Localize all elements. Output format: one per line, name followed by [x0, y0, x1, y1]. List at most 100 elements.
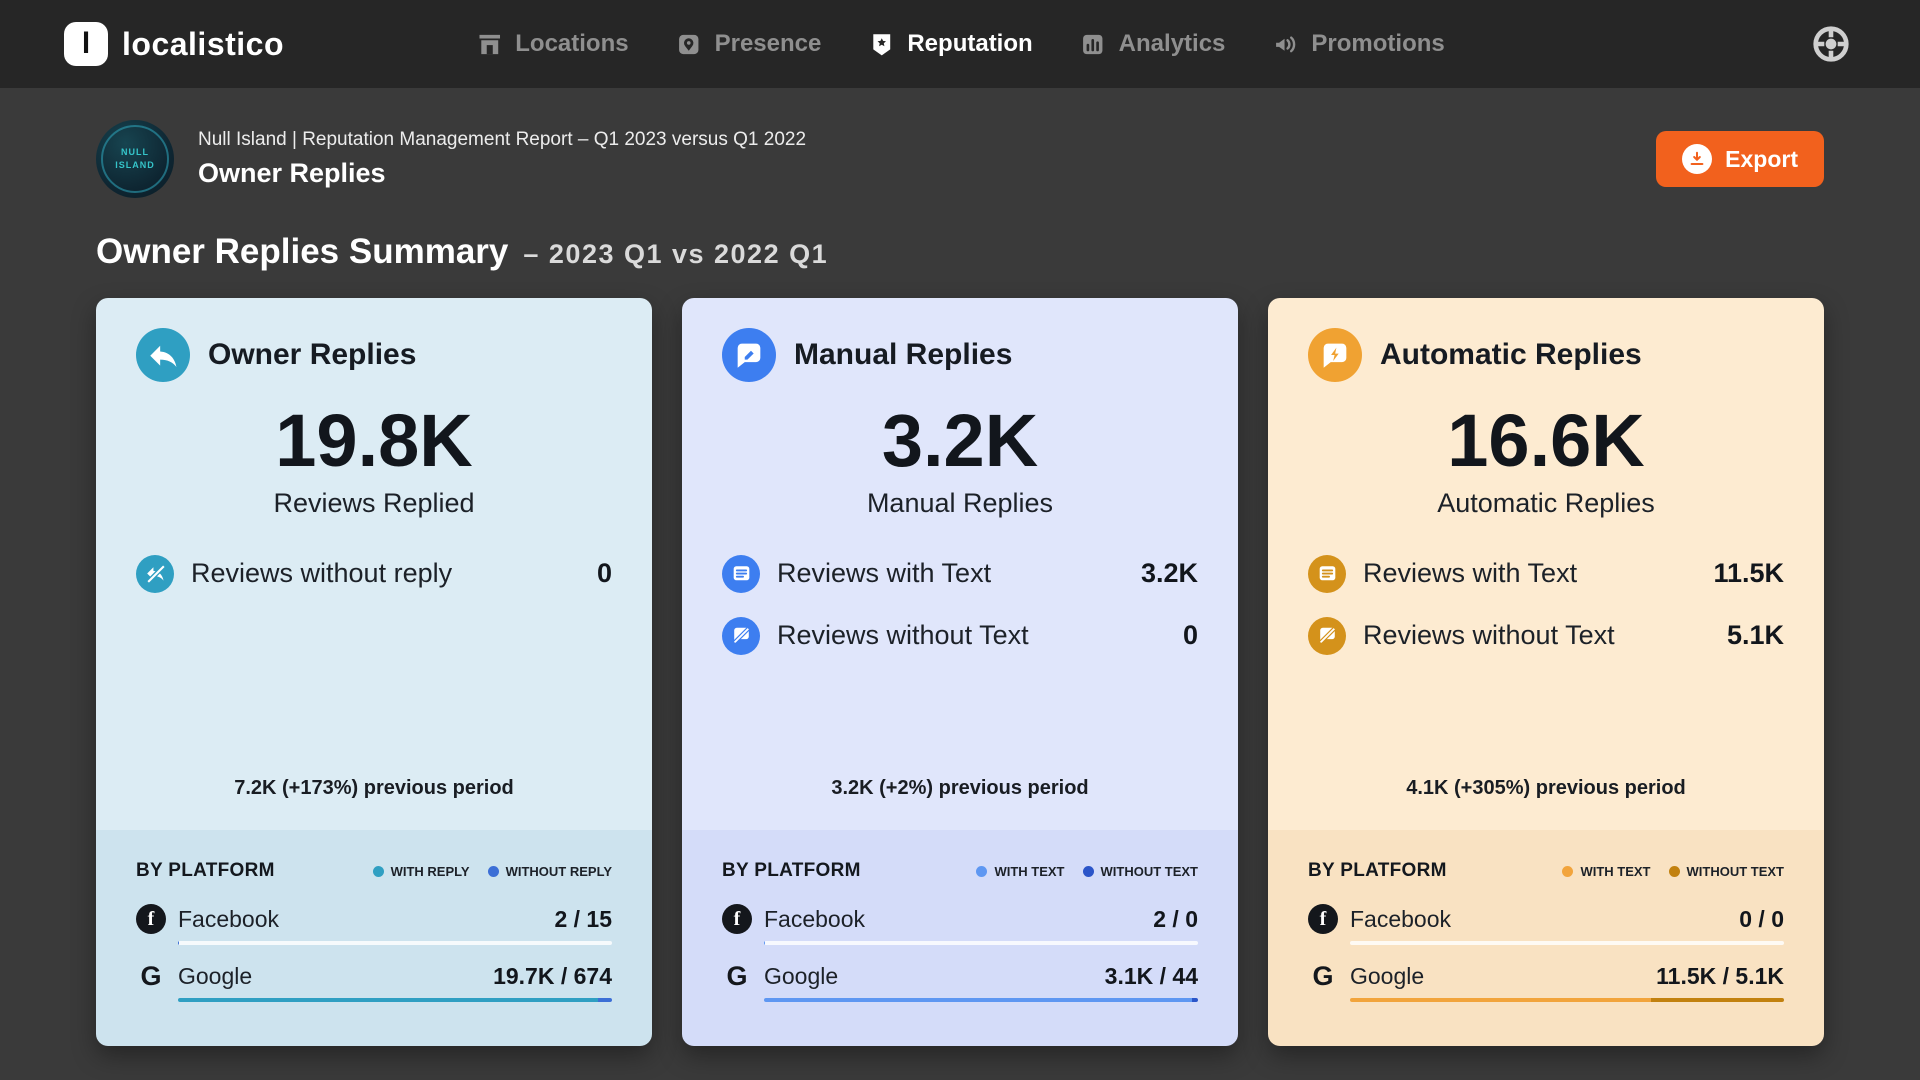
big-label: Reviews Replied: [136, 488, 612, 519]
main-nav-menu: Locations Presence Reputation Analytics …: [475, 0, 1444, 88]
google-icon: G: [722, 961, 752, 991]
summary-title: Owner Replies Summary: [96, 232, 508, 272]
previous-period: 7.2K (+173%) previous period: [136, 777, 612, 800]
platform-value: 3.1K / 44: [1105, 963, 1198, 990]
big-label: Automatic Replies: [1308, 488, 1784, 519]
nav-label: Presence: [715, 30, 822, 58]
card-body: Owner Replies 19.8K Reviews Replied Revi…: [96, 298, 652, 830]
legend-dot: [1562, 866, 1573, 877]
platform-name: Facebook: [764, 906, 1153, 933]
edit-chat-icon: [722, 328, 776, 382]
brand-name: localistico: [122, 26, 284, 63]
no-text-icon: [1308, 617, 1346, 655]
platform-value: 19.7K / 674: [493, 963, 612, 990]
metric-value: 3.2K: [1141, 558, 1198, 589]
null-island-avatar: NULL ISLAND: [96, 120, 174, 198]
metric-value: 11.5K: [1713, 558, 1784, 589]
legend: WITH TEXT WITHOUT TEXT: [976, 864, 1198, 879]
platform-bar: [178, 941, 612, 945]
facebook-icon: f: [136, 904, 166, 934]
by-platform-section: BY PLATFORM WITH TEXT WITHOUT TEXT f Fac…: [682, 830, 1238, 1046]
metric-value: 0: [1183, 620, 1198, 651]
metric-row: Reviews without Text 5.1K: [1308, 617, 1784, 655]
legend-label: WITHOUT TEXT: [1687, 864, 1785, 879]
nav-item-promotions[interactable]: Promotions: [1271, 30, 1444, 59]
platform-bar: [1350, 941, 1784, 945]
by-platform-heading: BY PLATFORM: [722, 860, 861, 882]
wheel-icon: [1808, 21, 1854, 67]
nav-item-presence[interactable]: Presence: [675, 30, 822, 59]
platform-row-facebook: f Facebook 0 / 0: [1308, 904, 1784, 945]
platform-row-google: G Google 11.5K / 5.1K: [1308, 961, 1784, 1002]
platform-row-google: G Google 3.1K / 44: [722, 961, 1198, 1002]
previous-period: 4.1K (+305%) previous period: [1308, 777, 1784, 800]
big-value: 16.6K: [1308, 402, 1784, 480]
platform-name: Google: [764, 963, 1105, 990]
nav-item-reputation[interactable]: Reputation: [867, 30, 1032, 59]
google-icon: G: [136, 961, 166, 991]
by-platform-section: BY PLATFORM WITH TEXT WITHOUT TEXT f Fac…: [1268, 830, 1824, 1046]
legend-label: WITH TEXT: [994, 864, 1064, 879]
platform-row-facebook: f Facebook 2 / 0: [722, 904, 1198, 945]
card-title: Manual Replies: [794, 338, 1012, 372]
platform-row-google: G Google 19.7K / 674: [136, 961, 612, 1002]
nav-label: Locations: [515, 30, 628, 58]
summary-subtitle: – 2023 Q1 vs 2022 Q1: [523, 239, 828, 270]
legend-dot: [1669, 866, 1680, 877]
manual-replies-card: Manual Replies 3.2K Manual Replies Revie…: [682, 298, 1238, 1046]
legend-dot: [373, 866, 384, 877]
facebook-icon: f: [722, 904, 752, 934]
megaphone-icon: [1271, 30, 1300, 59]
automatic-replies-card: Automatic Replies 16.6K Automatic Replie…: [1268, 298, 1824, 1046]
metric-label: Reviews without reply: [191, 558, 580, 589]
settings-wheel-button[interactable]: [1806, 19, 1856, 69]
google-icon: G: [1308, 961, 1338, 991]
platform-name: Google: [178, 963, 493, 990]
legend: WITH TEXT WITHOUT TEXT: [1562, 864, 1784, 879]
platform-bar: [764, 941, 1198, 945]
badge-star-icon: [867, 30, 896, 59]
platform-row-facebook: f Facebook 2 / 15: [136, 904, 612, 945]
legend-label: WITH TEXT: [1580, 864, 1650, 879]
reply-icon: [136, 328, 190, 382]
text-lines-icon: [722, 555, 760, 593]
summary-heading: Owner Replies Summary – 2023 Q1 vs 2022 …: [0, 198, 1920, 272]
platform-bar: [764, 998, 1198, 1002]
reply-slash-icon: [136, 555, 174, 593]
metric-label: Reviews with Text: [1363, 558, 1696, 589]
nav-item-locations[interactable]: Locations: [475, 30, 628, 59]
report-breadcrumb: Null Island | Reputation Management Repo…: [198, 129, 806, 151]
card-title: Automatic Replies: [1380, 338, 1642, 372]
big-value: 19.8K: [136, 402, 612, 480]
card-body: Automatic Replies 16.6K Automatic Replie…: [1268, 298, 1824, 830]
legend: WITH REPLY WITHOUT REPLY: [373, 864, 612, 879]
by-platform-heading: BY PLATFORM: [1308, 860, 1447, 882]
facebook-icon: f: [1308, 904, 1338, 934]
brand-logo[interactable]: l localistico: [64, 22, 284, 66]
page-title: Owner Replies: [198, 158, 806, 189]
card-body: Manual Replies 3.2K Manual Replies Revie…: [682, 298, 1238, 830]
nav-item-analytics[interactable]: Analytics: [1079, 30, 1226, 59]
nav-label: Promotions: [1311, 30, 1444, 58]
metric-row: Reviews without reply 0: [136, 555, 612, 593]
nav-label: Analytics: [1119, 30, 1226, 58]
legend-dot: [488, 866, 499, 877]
metric-label: Reviews without Text: [1363, 620, 1710, 651]
big-label: Manual Replies: [722, 488, 1198, 519]
download-icon: [1682, 144, 1712, 174]
export-label: Export: [1725, 146, 1798, 173]
metric-value: 5.1K: [1727, 620, 1784, 651]
legend-dot: [976, 866, 987, 877]
legend-label: WITH REPLY: [391, 864, 470, 879]
legend-label: WITHOUT REPLY: [506, 864, 612, 879]
card-title: Owner Replies: [208, 338, 416, 372]
by-platform-heading: BY PLATFORM: [136, 860, 275, 882]
platform-value: 11.5K / 5.1K: [1656, 963, 1784, 990]
big-value: 3.2K: [722, 402, 1198, 480]
storefront-icon: [475, 30, 504, 59]
metric-label: Reviews with Text: [777, 558, 1124, 589]
previous-period: 3.2K (+2%) previous period: [722, 777, 1198, 800]
platform-value: 2 / 15: [554, 906, 612, 933]
export-button[interactable]: Export: [1656, 131, 1824, 187]
platform-bar: [1350, 998, 1784, 1002]
